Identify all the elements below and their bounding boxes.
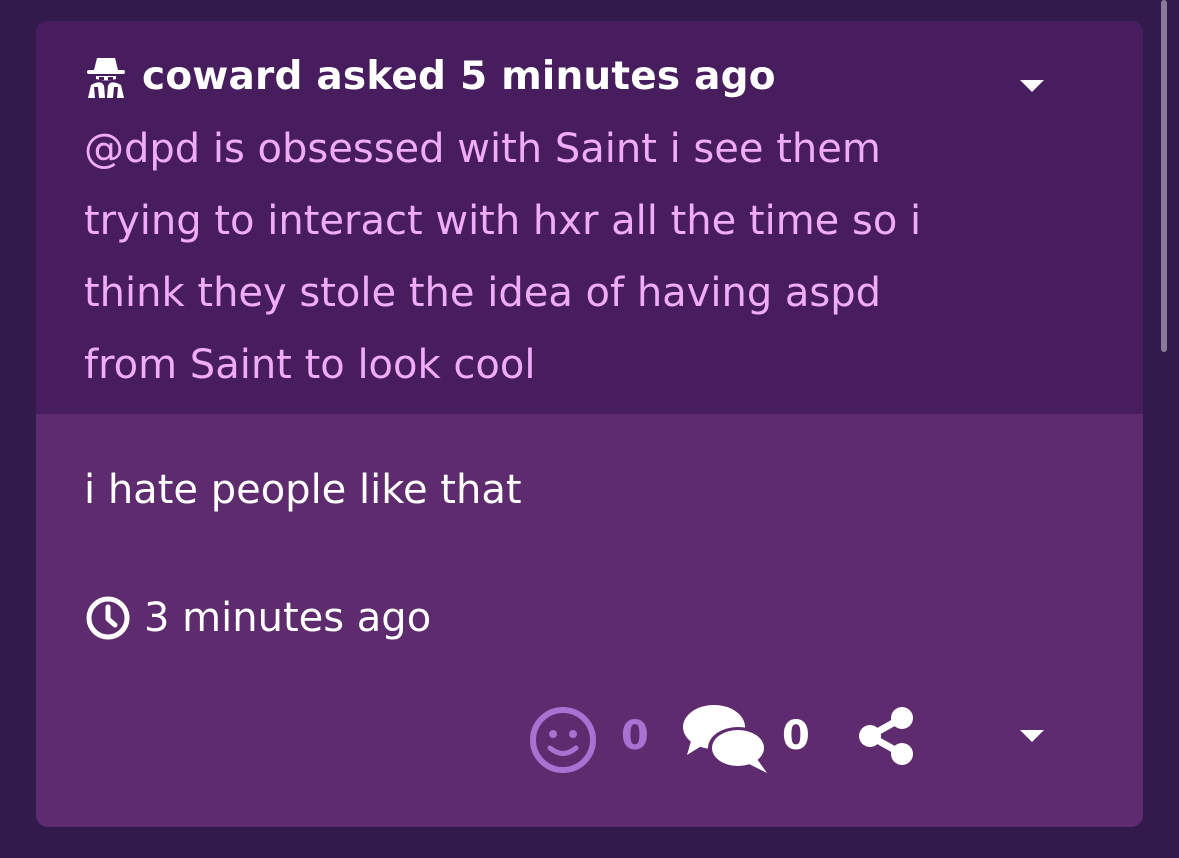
comment-count: 0 — [782, 713, 810, 759]
answer-card: coward asked 5 minutes ago @dpd is obses… — [36, 21, 1143, 827]
timestamp-text: 3 minutes ago — [144, 595, 432, 641]
scrollbar-thumb[interactable] — [1161, 0, 1167, 352]
question-author-line: coward asked 5 minutes ago — [142, 53, 776, 99]
share-button[interactable] — [856, 705, 918, 767]
comments-icon — [683, 705, 768, 773]
comments-button[interactable] — [681, 701, 771, 775]
answer-timestamp: 3 minutes ago — [84, 592, 431, 644]
reaction-count: 0 — [621, 713, 649, 759]
spy-icon — [84, 54, 128, 98]
share-icon — [859, 707, 913, 765]
question-body: @dpd is obsessed with Saint i see them t… — [84, 126, 922, 388]
react-button[interactable] — [528, 705, 598, 775]
smile-icon — [530, 707, 596, 773]
answer-text: i hate people like that — [84, 467, 522, 513]
question-menu-caret-down-icon[interactable] — [1020, 80, 1044, 92]
question-section: coward asked 5 minutes ago @dpd is obses… — [36, 21, 1143, 414]
clock-icon — [84, 594, 132, 642]
answer-menu-caret-down-icon[interactable] — [1020, 730, 1044, 742]
question-header: coward asked 5 minutes ago — [84, 51, 776, 101]
